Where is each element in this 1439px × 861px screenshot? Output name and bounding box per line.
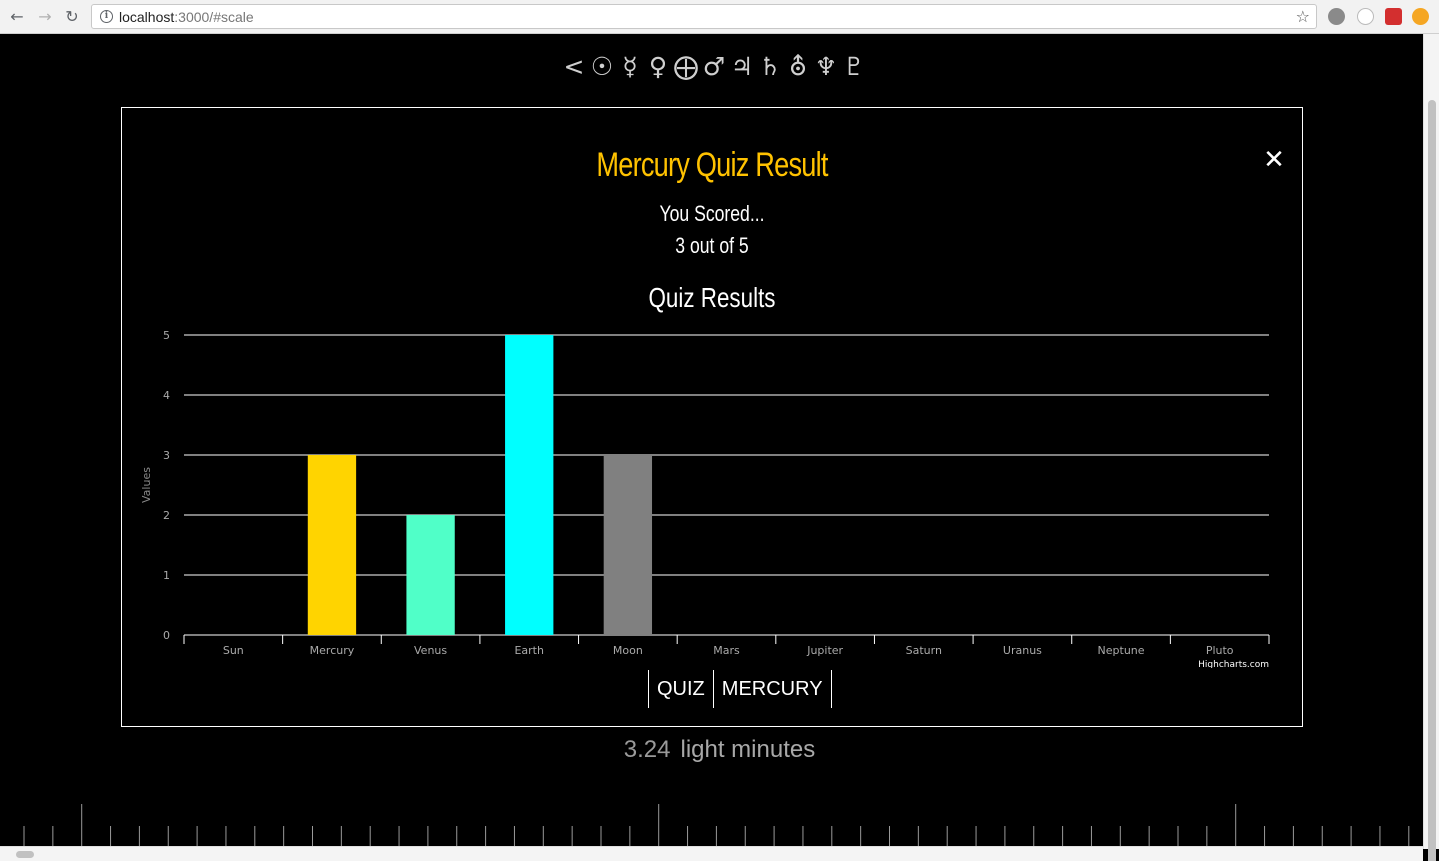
y-tick-label: 3: [163, 449, 170, 462]
uranus-symbol-icon[interactable]: ⛢: [784, 52, 812, 81]
bar-earth: [505, 335, 554, 635]
sun-symbol-icon[interactable]: ☉: [588, 52, 616, 81]
x-tick-label: Mars: [713, 644, 740, 657]
quiz-results-chart: 0 1 2 3 4 5 Values Sun Mercury Venus Earth Moon Mars…: [140, 329, 1270, 668]
planet-nav: < ☉ ☿ ♀ ⨁ ♂ ♃ ♄ ⛢ ♆ ♇: [560, 52, 890, 84]
venus-symbol-icon[interactable]: ♀: [644, 52, 672, 81]
close-icon[interactable]: ✕: [1262, 147, 1286, 173]
neptune-symbol-icon[interactable]: ♆: [812, 52, 840, 81]
mercury-symbol-icon[interactable]: ☿: [616, 52, 644, 81]
x-tick-label: Saturn: [906, 644, 942, 657]
modal-button-row: QUIZ MERCURY: [648, 670, 832, 708]
x-tick-label: Jupiter: [806, 644, 843, 657]
vertical-scrollbar[interactable]: [1423, 34, 1439, 861]
earth-symbol-icon[interactable]: ⨁: [672, 52, 700, 81]
browser-toolbar: ← → ↻ i localhost:3000/#scale ☆: [0, 0, 1439, 34]
mercury-button[interactable]: MERCURY: [712, 670, 832, 708]
x-tick-label: Earth: [514, 644, 544, 657]
bar-mercury: [307, 455, 357, 635]
horizontal-scrollbar[interactable]: [0, 846, 1423, 861]
address-bar[interactable]: i localhost:3000/#scale ☆: [91, 4, 1317, 29]
bar-moon: [603, 455, 653, 635]
score-value: 3 out of 5: [675, 233, 749, 258]
bookmark-star-icon[interactable]: ☆: [1296, 7, 1310, 26]
distance-unit: light minutes: [680, 736, 816, 763]
x-tick-label: Venus: [414, 644, 447, 657]
extension-gear-icon[interactable]: [1328, 8, 1345, 25]
bar-venus: [406, 515, 455, 635]
x-tick-label: Neptune: [1098, 644, 1145, 657]
pluto-symbol-icon[interactable]: ♇: [840, 52, 868, 81]
url-text: localhost:3000/#scale: [119, 9, 254, 25]
x-tick-label: Moon: [613, 644, 643, 657]
extension-circle-icon[interactable]: [1357, 8, 1374, 25]
mars-symbol-icon[interactable]: ♂: [700, 52, 728, 81]
chart-title: Quiz Results: [648, 282, 776, 313]
score-text: You Scored... 3 out of 5: [240, 198, 1184, 262]
horizontal-scroll-thumb[interactable]: [16, 851, 34, 858]
y-axis-label: Values: [140, 467, 153, 503]
back-arrow-icon[interactable]: <: [560, 52, 588, 81]
url-host: localhost: [119, 9, 175, 25]
reload-icon[interactable]: ↻: [61, 6, 83, 28]
forward-icon[interactable]: →: [34, 6, 56, 28]
x-tick-label: Mercury: [310, 644, 355, 657]
y-tick-label: 2: [163, 509, 170, 522]
extension-cors-icon[interactable]: [1385, 8, 1402, 25]
jupiter-symbol-icon[interactable]: ♃: [728, 52, 756, 81]
score-heading: You Scored...: [659, 201, 765, 226]
back-icon[interactable]: ←: [6, 6, 28, 28]
y-tick-label: 1: [163, 569, 170, 582]
y-tick-label: 0: [163, 629, 170, 642]
distance-value: 3.24: [623, 736, 671, 763]
url-path: :3000/#scale: [174, 9, 254, 25]
y-tick-label: 4: [163, 389, 170, 402]
modal-title: Mercury Quiz Result: [596, 146, 828, 184]
x-tick-label: Pluto: [1206, 644, 1234, 657]
chart-credits: Highcharts.com: [1198, 660, 1269, 668]
info-icon[interactable]: i: [100, 10, 113, 23]
quiz-result-modal: Mercury Quiz Result ✕ You Scored... 3 ou…: [121, 107, 1303, 727]
extension-orange-icon[interactable]: [1412, 8, 1429, 25]
x-tick-label: Uranus: [1003, 644, 1042, 657]
y-tick-label: 5: [163, 329, 170, 342]
saturn-symbol-icon[interactable]: ♄: [756, 52, 784, 81]
quiz-button[interactable]: QUIZ: [648, 670, 714, 708]
x-tick-label: Sun: [223, 644, 244, 657]
scale-ruler[interactable]: [0, 800, 1423, 846]
distance-readout: 3.24 light minutes: [0, 736, 1439, 764]
